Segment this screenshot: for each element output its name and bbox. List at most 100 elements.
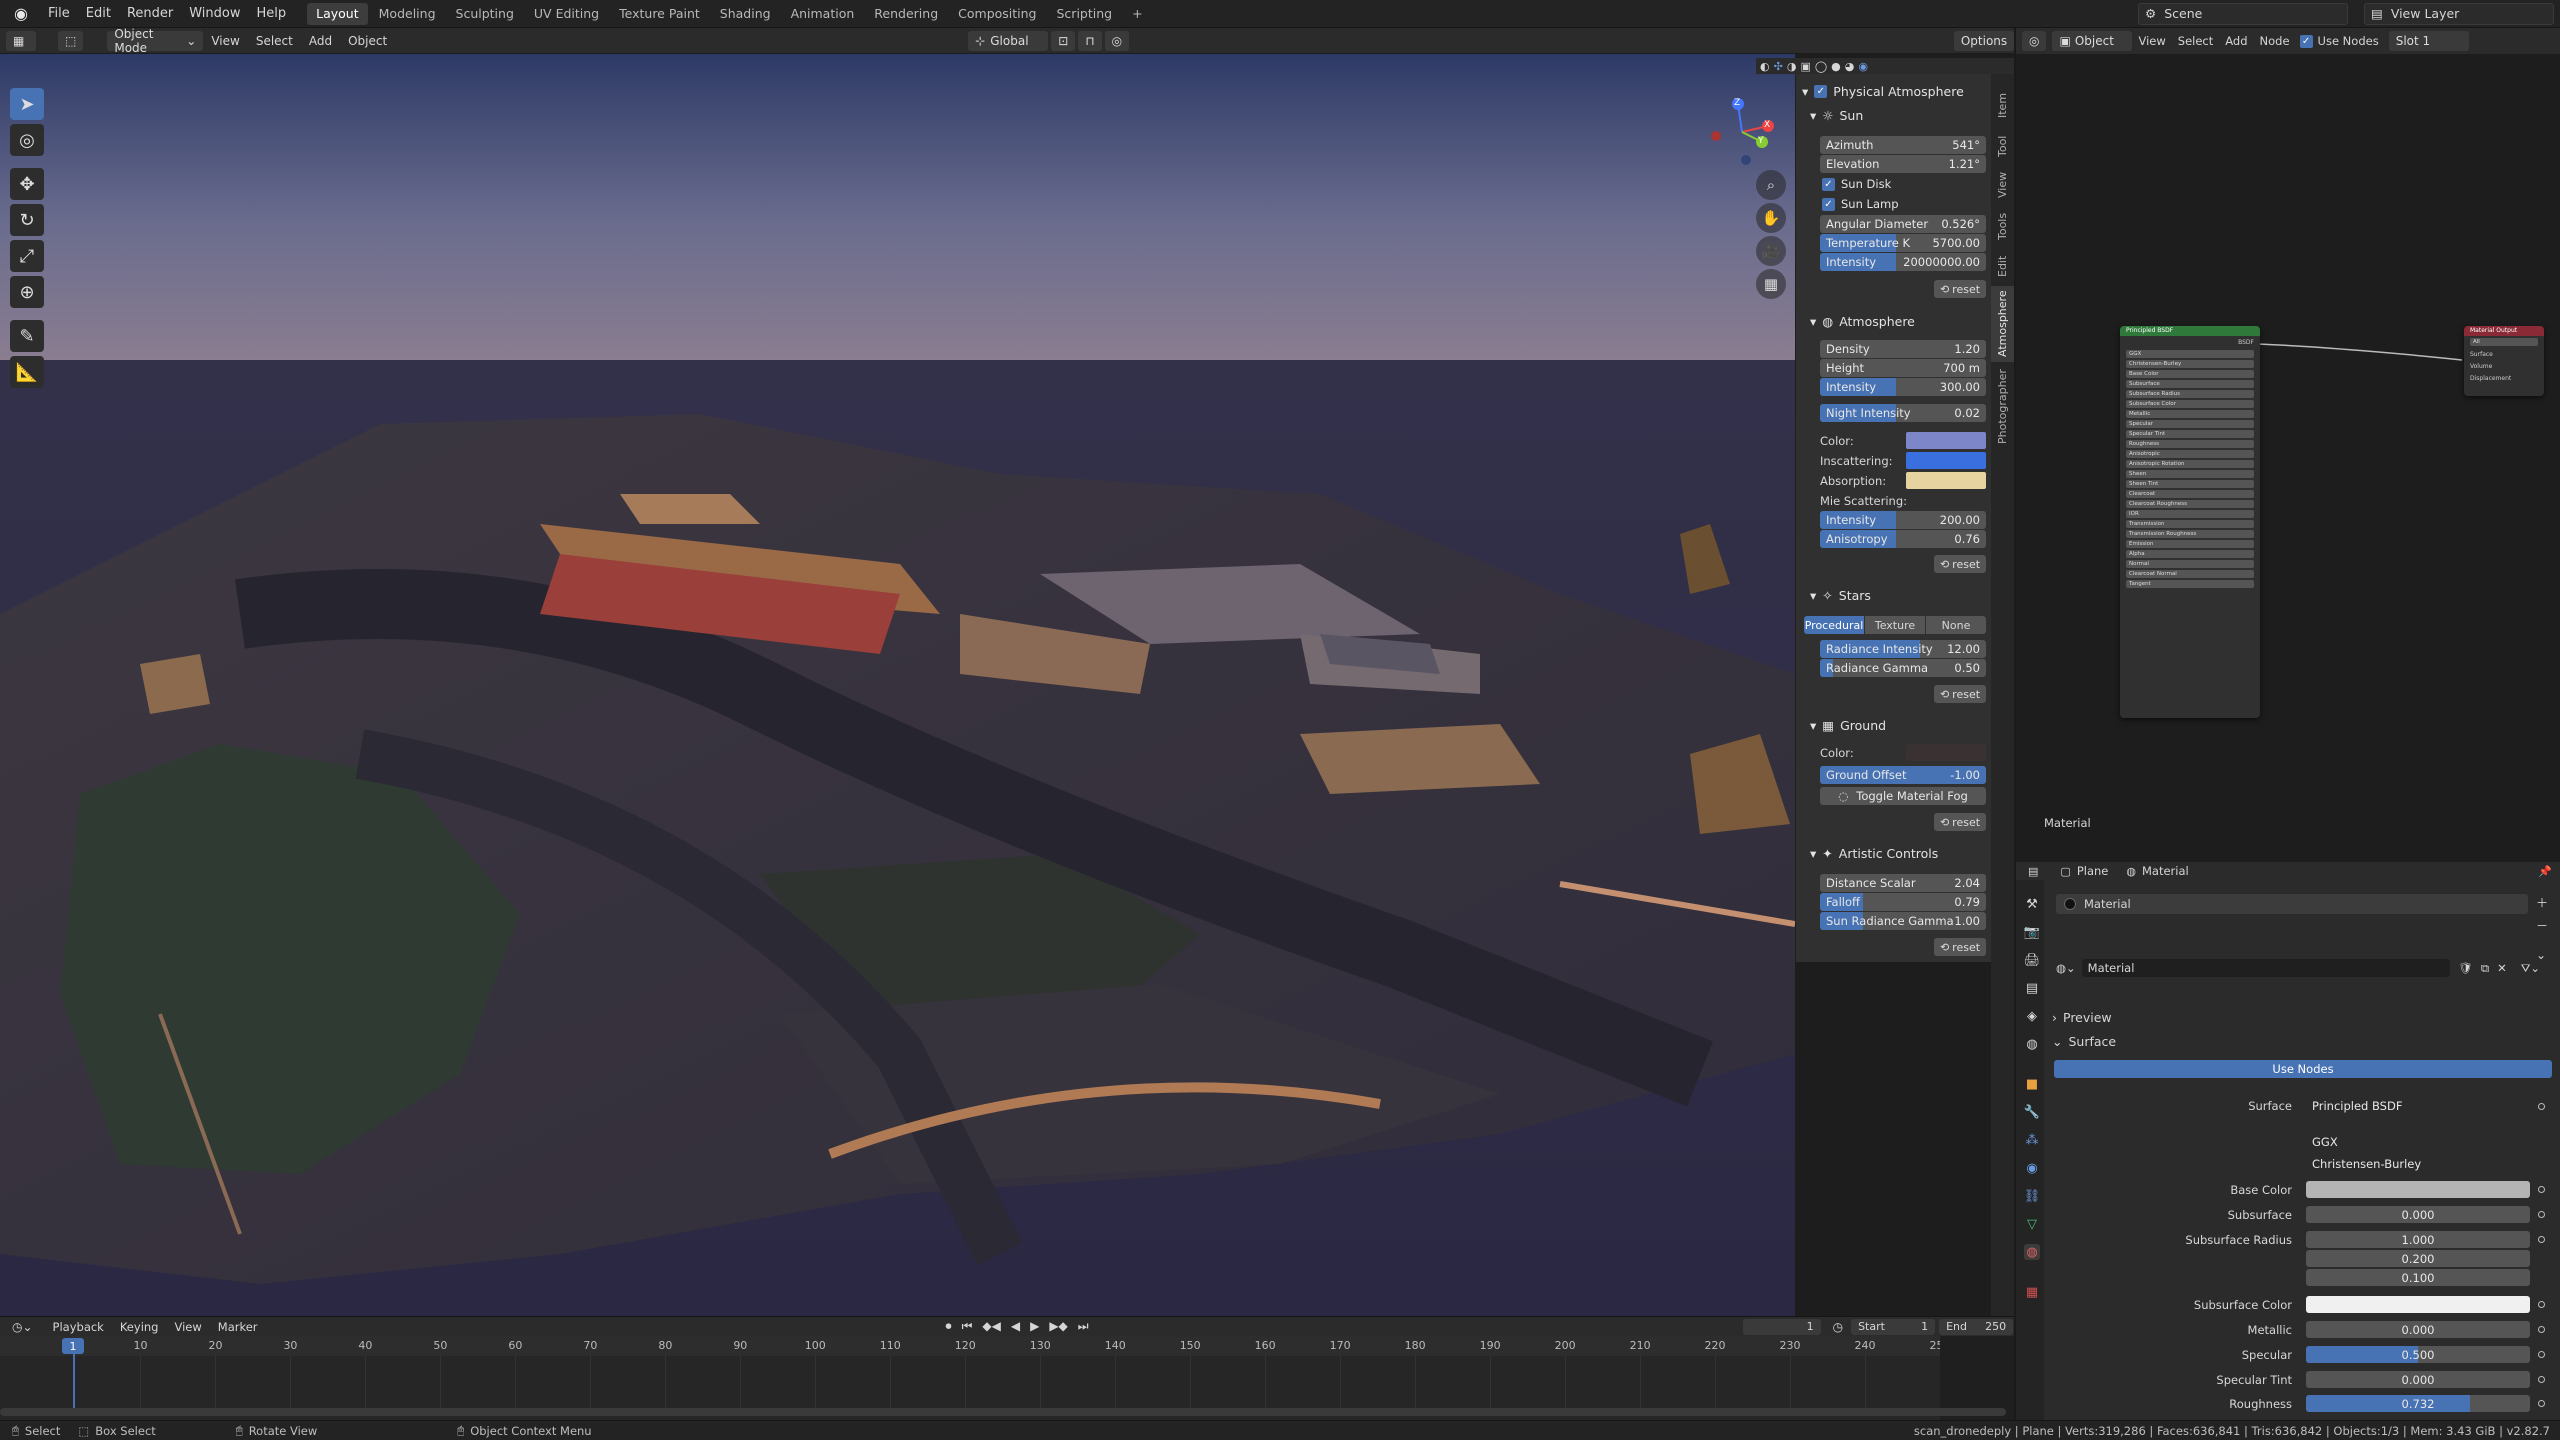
output-settings-icon[interactable]: 🖨 — [2024, 952, 2041, 968]
sun-lamp-checkbox[interactable]: ✓ Sun Lamp — [1822, 197, 1899, 211]
3d-cursor-icon[interactable]: ◎ — [10, 124, 44, 156]
surface-shader-field[interactable]: Principled BSDF — [2306, 1097, 2530, 1114]
temperature-field[interactable]: Temperature K 5700.00 — [1820, 234, 1986, 252]
falloff-field[interactable]: Falloff 0.79 — [1820, 893, 1986, 911]
3d-viewport[interactable]: X Z Y ⌕ ✋ 🎥 ▦ — [0, 54, 1795, 1316]
sun-intensity-field[interactable]: Intensity 20000000.00 — [1820, 253, 1986, 271]
bsdf-input-row[interactable]: Sheen Tint — [2126, 480, 2254, 488]
next-keyframe-icon[interactable]: ▶◆ — [1049, 1319, 1067, 1334]
particles-icon[interactable]: ⁂ — [2024, 1132, 2040, 1148]
node-menu-select[interactable]: Select — [2172, 27, 2219, 55]
timeline-menu-view[interactable]: View — [166, 1317, 209, 1337]
base-color-socket-icon[interactable] — [2538, 1186, 2545, 1193]
bsdf-input-row[interactable]: Normal — [2126, 560, 2254, 568]
preview-panel-header[interactable]: › Preview — [2052, 1010, 2112, 1025]
duplicate-material-icon[interactable]: ⧉ — [2481, 961, 2489, 976]
ground-section-header[interactable]: ▾ ▦ Ground — [1810, 718, 1886, 733]
workspace-tab-texture-paint[interactable]: Texture Paint — [610, 3, 709, 25]
tool-settings-icon[interactable]: ⚒ — [2024, 896, 2040, 912]
density-field[interactable]: Density 1.20 — [1820, 340, 1986, 358]
bsdf-input-row[interactable]: Alpha — [2126, 550, 2254, 558]
unlink-material-icon[interactable]: ✕ — [2497, 961, 2507, 975]
object-settings-icon[interactable]: ■ — [2024, 1076, 2040, 1092]
end-frame-field[interactable]: End 250 — [1939, 1318, 2014, 1335]
workspace-tab-scripting[interactable]: Scripting — [1048, 3, 1122, 25]
visibility-icon[interactable]: ◐ — [1760, 60, 1770, 73]
base-color-swatch[interactable] — [2306, 1181, 2530, 1198]
workspace-tab-layout[interactable]: Layout — [307, 2, 368, 25]
distribution-dropdown[interactable]: GGX — [2306, 1133, 2548, 1150]
blender-logo-icon[interactable]: ◉ — [8, 4, 34, 24]
workspace-tab-shading[interactable]: Shading — [711, 3, 780, 25]
fake-user-icon[interactable]: 🛡 — [2458, 961, 2473, 975]
prev-keyframe-icon[interactable]: ◆◀ — [982, 1319, 1000, 1334]
scale-icon[interactable]: ⤢ — [10, 240, 44, 272]
subsurface-color-swatch[interactable] — [2306, 1296, 2530, 1313]
start-frame-field[interactable]: Start 1 — [1851, 1318, 1936, 1335]
workspace-tab-rendering[interactable]: Rendering — [865, 3, 947, 25]
shader-type-dropdown[interactable]: ▣ Object — [2052, 31, 2133, 51]
viewport-menu-view[interactable]: View — [203, 27, 247, 55]
azimuth-field[interactable]: Azimuth 541° — [1820, 136, 1986, 154]
playhead-line[interactable] — [73, 1354, 75, 1408]
snap-icon[interactable]: ⊓ — [1078, 30, 1102, 51]
workspace-tab-sculpting[interactable]: Sculpting — [447, 3, 523, 25]
addon-enable-checkbox[interactable]: ✓ — [1814, 85, 1828, 98]
ground-color-swatch[interactable] — [1906, 744, 1986, 761]
material-shading-icon[interactable]: ◕ — [1845, 60, 1855, 73]
transform-orientation-dropdown[interactable]: ⊹ Global — [968, 30, 1049, 51]
stars-reset-button[interactable]: ⟲ reset — [1934, 685, 1986, 703]
current-frame-field[interactable]: 1 — [1742, 1318, 1821, 1335]
output-socket-volume[interactable]: Volume — [2464, 360, 2544, 372]
modifiers-icon[interactable]: 🔧 — [2024, 1104, 2040, 1120]
sidebar-tab-tool[interactable]: Tool — [1991, 128, 2014, 164]
bsdf-input-row[interactable]: Subsurface Radius — [2126, 390, 2254, 398]
specular-socket-icon[interactable] — [2538, 1351, 2545, 1358]
timeline-editor-icon[interactable]: ◷⌄ — [12, 1320, 33, 1334]
absorption-swatch[interactable] — [1906, 472, 1986, 489]
bsdf-input-row[interactable]: Clearcoat — [2126, 490, 2254, 498]
stars-mode-procedural[interactable]: Procedural — [1804, 616, 1864, 634]
render-settings-icon[interactable]: 📷 — [2024, 924, 2040, 940]
menu-window[interactable]: Window — [181, 0, 248, 28]
xray-icon[interactable]: ▣ — [1800, 60, 1810, 73]
subsurface-radius-z[interactable]: 0.100 — [2306, 1269, 2530, 1286]
bsdf-input-row[interactable]: Tangent — [2126, 580, 2254, 588]
rotate-icon[interactable]: ↻ — [10, 204, 44, 236]
physics-icon[interactable]: ◉ — [2024, 1160, 2040, 1176]
bsdf-input-row[interactable]: Anisotropic Rotation — [2126, 460, 2254, 468]
camera-view-icon[interactable]: 🎥 — [1756, 236, 1786, 266]
sun-section-header[interactable]: ▾ ☼ Sun — [1810, 108, 1863, 123]
output-socket-displacement[interactable]: Displacement — [2464, 372, 2544, 384]
specular-tint-field[interactable]: 0.000 — [2306, 1371, 2530, 1388]
height-field[interactable]: Height 700 m — [1820, 359, 1986, 377]
artistic-section-header[interactable]: ▾ ✦ Artistic Controls — [1810, 846, 1938, 861]
scene-selector[interactable]: ⚙ Scene — [2138, 2, 2348, 25]
bsdf-input-row[interactable]: Base Color — [2126, 370, 2254, 378]
elevation-field[interactable]: Elevation 1.21° — [1820, 155, 1986, 173]
bsdf-input-row[interactable]: Roughness — [2126, 440, 2254, 448]
transform-icon[interactable]: ⊕ — [10, 276, 44, 308]
material-output-node[interactable]: Material Output All Surface Volume Displ… — [2464, 326, 2544, 396]
ortho-grid-icon[interactable]: ▦ — [1756, 269, 1786, 299]
editor-type-icon[interactable]: ▦ — [6, 30, 36, 51]
atmosphere-section-header[interactable]: ▾ ◍ Atmosphere — [1810, 314, 1915, 329]
zoom-icon[interactable]: ⌕ — [1756, 170, 1786, 200]
link-dropdown-icon[interactable]: ⛛⌄ — [2521, 961, 2540, 976]
bsdf-sss-method[interactable]: Christensen-Burley — [2126, 360, 2254, 368]
sidebar-tab-view[interactable]: View — [1991, 166, 2014, 204]
texture-properties-icon[interactable]: ▦ — [2024, 1284, 2040, 1300]
bsdf-input-row[interactable]: Metallic — [2126, 410, 2254, 418]
bsdf-output-socket[interactable]: BSDF — [2120, 336, 2260, 348]
material-slot-item[interactable]: Material — [2056, 894, 2528, 914]
select-mode-icon[interactable]: ⬚ — [58, 30, 84, 51]
stars-section-header[interactable]: ▾ ✧ Stars — [1810, 588, 1871, 603]
bsdf-input-row[interactable]: Subsurface — [2126, 380, 2254, 388]
use-nodes-checkbox[interactable]: ✓ Use Nodes — [2299, 34, 2379, 48]
metallic-field[interactable]: 0.000 — [2306, 1321, 2530, 1338]
spec-tint-socket-icon[interactable] — [2538, 1376, 2545, 1383]
jump-start-icon[interactable]: ⏮ — [962, 1319, 973, 1334]
bsdf-input-row[interactable]: Sheen — [2126, 470, 2254, 478]
annotate-icon[interactable]: ✎ — [10, 320, 44, 352]
radiance-intensity-field[interactable]: Radiance Intensity 12.00 — [1820, 640, 1986, 658]
